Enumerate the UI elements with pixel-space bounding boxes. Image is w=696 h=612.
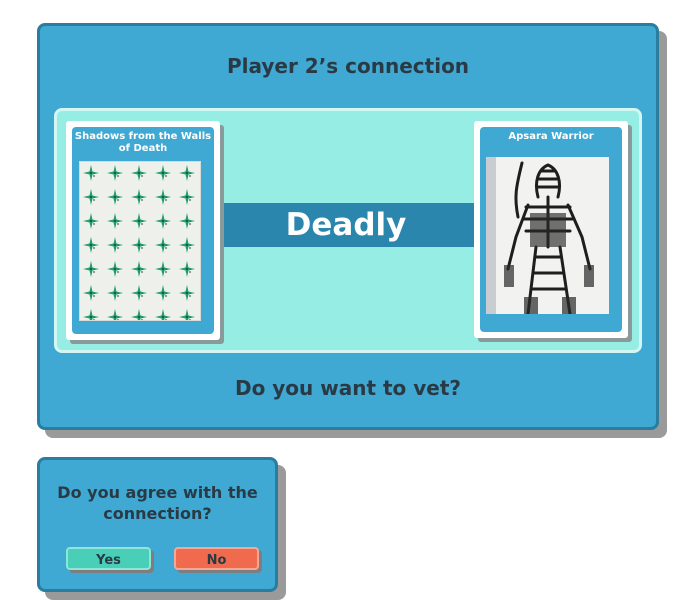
connection-panel: Player 2’s connection Deadly Shadows fro…	[37, 23, 659, 430]
card-title: Apsara Warrior	[508, 131, 594, 142]
agree-question: Do you agree with the connection?	[57, 483, 258, 523]
connection-label: Deadly	[215, 203, 477, 247]
card-artwork-patterned-wall	[79, 161, 201, 321]
card-frame: Shadows from the Walls of Death	[72, 127, 214, 334]
yes-button[interactable]: Yes	[66, 547, 151, 570]
card-title: Shadows from the Walls of Death	[74, 131, 212, 154]
card-frame: Apsara Warrior	[480, 127, 622, 332]
vet-question: Do you want to vet?	[234, 376, 462, 400]
card-shadows-from-the-walls-of-death[interactable]: Shadows from the Walls of Death	[66, 121, 220, 340]
panel-title: Player 2’s connection	[226, 54, 470, 78]
agree-panel: Do you agree with the connection? Yes No	[37, 457, 278, 592]
connection-area: Deadly Shadows from the Walls of Death A…	[54, 108, 642, 353]
card-apsara-warrior[interactable]: Apsara Warrior	[474, 121, 628, 338]
card-artwork-metal-sculpture	[486, 157, 609, 314]
no-button[interactable]: No	[174, 547, 259, 570]
